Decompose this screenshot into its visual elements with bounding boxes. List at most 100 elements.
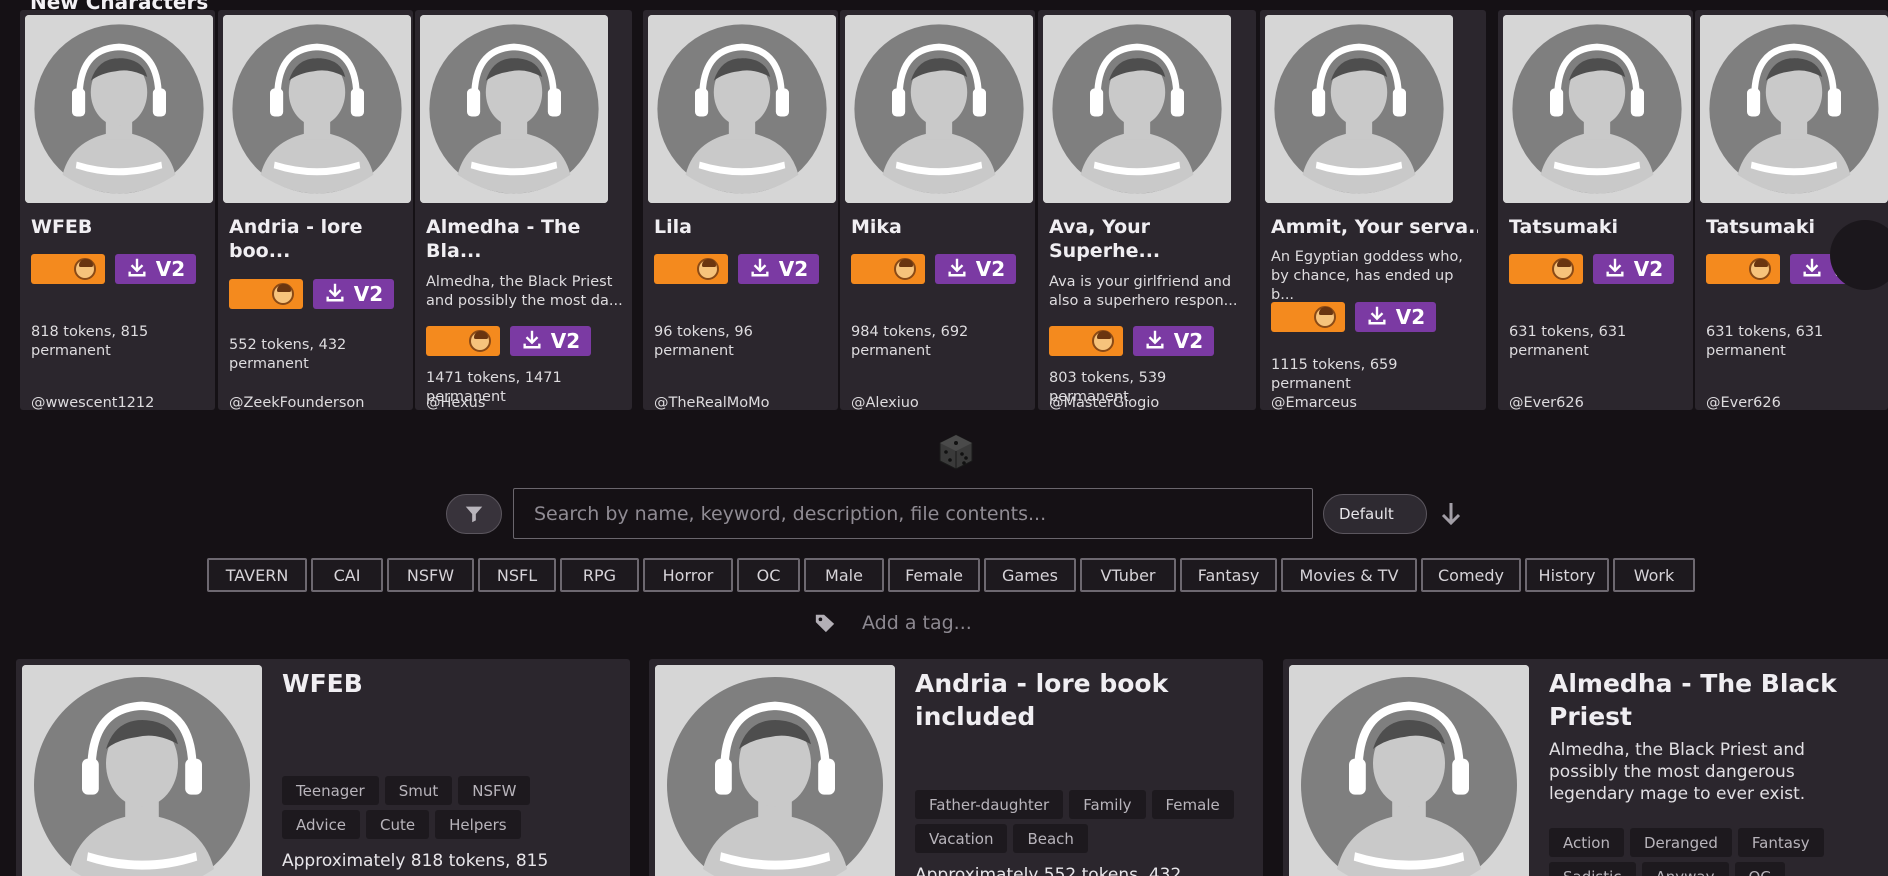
new-characters-carousel: WFEB V2 818 tokens, 815 permanent @wwesc… [0, 0, 1888, 420]
creator-badge[interactable] [654, 254, 728, 284]
tag-fantasy[interactable]: Fantasy [1180, 558, 1277, 592]
author-link[interactable]: @Ever626 [1509, 395, 1584, 410]
tag-oc[interactable]: OC [737, 558, 800, 592]
arrow-down-icon [1441, 503, 1461, 526]
token-count: 631 tokens, 631 permanent [1706, 324, 1824, 359]
author-link[interactable]: @TheRealMoMo [654, 395, 770, 410]
tag-vtuber[interactable]: VTuber [1080, 558, 1176, 592]
face-icon [74, 258, 96, 280]
tag-history[interactable]: History [1525, 558, 1609, 592]
filter-button[interactable] [446, 494, 502, 534]
creator-badge[interactable] [1271, 302, 1345, 332]
creator-badge[interactable] [1049, 326, 1123, 356]
token-count: 984 tokens, 692 permanent [851, 324, 969, 359]
face-icon [697, 258, 719, 280]
tag-nsfw[interactable]: NSFW [387, 558, 474, 592]
tag-icon [815, 614, 835, 633]
author-link[interactable]: @Ever626 [1706, 395, 1781, 410]
creator-badge[interactable] [229, 279, 303, 309]
tag-nsfl[interactable]: NSFL [478, 558, 556, 592]
tag-chip[interactable]: Smut [384, 776, 453, 805]
result-card[interactable]: WFEB Teenager Smut NSFW Advice Cute Help… [16, 659, 630, 876]
creator-badge[interactable] [31, 254, 105, 284]
character-card[interactable]: Andria - lore boo... V2 552 tokens, 432 … [218, 10, 413, 410]
character-card[interactable]: WFEB V2 818 tokens, 815 permanent @wwesc… [20, 10, 215, 410]
tag-comedy[interactable]: Comedy [1421, 558, 1521, 592]
tag-chip[interactable]: Action [1549, 828, 1624, 857]
search-input[interactable] [513, 488, 1313, 539]
character-card[interactable]: Almedha - The Bla... Almedha, the Black … [415, 10, 632, 410]
tag-chip[interactable]: Father-daughter [915, 790, 1064, 819]
creator-badge[interactable] [1509, 254, 1583, 284]
download-v2-button[interactable]: V2 [1133, 326, 1214, 356]
character-card[interactable]: Ammit, Your serva... An Egyptian goddess… [1260, 10, 1486, 410]
download-v2-button[interactable]: V2 [510, 326, 591, 356]
character-avatar [22, 665, 262, 876]
tag-chip[interactable]: Teenager [282, 776, 379, 805]
download-icon [946, 256, 968, 283]
author-link[interactable]: @Hexus [426, 395, 485, 410]
tag-work[interactable]: Work [1613, 558, 1695, 592]
character-card[interactable]: Tatsumaki V2 631 tokens, 631 permanent @… [1498, 10, 1693, 410]
download-icon [1801, 256, 1823, 283]
author-link[interactable]: @ZeekFounderson [229, 395, 364, 410]
tag-female[interactable]: Female [888, 558, 980, 592]
author-link[interactable]: @MasterGiogio [1049, 395, 1159, 410]
tag-chip[interactable]: Family [1069, 790, 1146, 819]
download-v2-button[interactable]: V2 [1593, 254, 1674, 284]
default-avatar-icon [1289, 665, 1529, 876]
add-tag-input[interactable]: Add a tag... [814, 612, 972, 634]
default-avatar-icon [648, 15, 836, 203]
character-card[interactable]: Tatsumaki V2 631 tokens, 631 permanent @… [1695, 10, 1888, 410]
tag-chip[interactable]: NSFW [458, 776, 531, 805]
character-avatar [1700, 15, 1888, 203]
tag-cai[interactable]: CAI [311, 558, 383, 592]
author-link[interactable]: @wwescent1212 [31, 395, 154, 410]
character-card[interactable]: Lila V2 96 tokens, 96 permanent @TheReal… [643, 10, 838, 410]
creator-badge[interactable] [851, 254, 925, 284]
tag-male[interactable]: Male [804, 558, 884, 592]
face-icon [469, 330, 491, 352]
sort-direction-button[interactable] [1437, 498, 1465, 530]
filter-icon [465, 506, 483, 523]
download-v2-button[interactable]: V2 [738, 254, 819, 284]
result-card[interactable]: Almedha - The Black Priest Almedha, the … [1283, 659, 1888, 876]
character-name: Ava, Your Superhe... [1049, 216, 1161, 262]
tag-rpg[interactable]: RPG [560, 558, 639, 592]
character-description: Almedha, the Black Priest and possibly t… [426, 274, 623, 309]
author-link[interactable]: @Emarceus [1271, 395, 1357, 410]
download-v2-button[interactable]: V2 [935, 254, 1016, 284]
random-dice-icon[interactable] [936, 432, 976, 472]
tag-games[interactable]: Games [984, 558, 1076, 592]
character-name: Andria - lore book included [915, 669, 1169, 731]
download-icon [126, 256, 148, 283]
character-card[interactable]: Mika V2 984 tokens, 692 permanent @Alexi… [840, 10, 1035, 410]
character-description: Ava is your girlfriend and also a superh… [1049, 274, 1238, 309]
tag-chip[interactable]: Vacation [915, 824, 1008, 853]
tag-chip[interactable]: Fantasy [1737, 828, 1824, 857]
tag-chip[interactable]: Sadistic [1549, 862, 1636, 876]
character-name: WFEB [31, 216, 93, 238]
download-v2-button[interactable]: V2 [313, 279, 394, 309]
default-avatar-icon [22, 665, 262, 876]
tag-chip[interactable]: Female [1151, 790, 1234, 819]
tag-chip[interactable]: OC [1734, 862, 1785, 876]
tag-chip[interactable]: Advice [282, 810, 361, 839]
tag-tavern[interactable]: TAVERN [207, 558, 307, 592]
tag-chip[interactable]: Helpers [435, 810, 521, 839]
tag-chip[interactable]: Beach [1013, 824, 1088, 853]
download-v2-button[interactable]: V2 [115, 254, 196, 284]
face-icon [1314, 306, 1336, 328]
author-link[interactable]: @Alexiuo [851, 395, 919, 410]
tag-chip[interactable]: Cute [366, 810, 430, 839]
character-card[interactable]: Ava, Your Superhe... Ava is your girlfri… [1038, 10, 1256, 410]
tag-chip[interactable]: Anyway [1641, 862, 1729, 876]
creator-badge[interactable] [426, 326, 500, 356]
sort-select[interactable]: Default [1323, 494, 1427, 534]
download-v2-button[interactable]: V2 [1355, 302, 1436, 332]
creator-badge[interactable] [1706, 254, 1780, 284]
tag-horror[interactable]: Horror [643, 558, 733, 592]
tag-movies-tv[interactable]: Movies & TV [1281, 558, 1417, 592]
result-card[interactable]: Andria - lore book included Father-daugh… [649, 659, 1263, 876]
tag-chip[interactable]: Deranged [1629, 828, 1732, 857]
